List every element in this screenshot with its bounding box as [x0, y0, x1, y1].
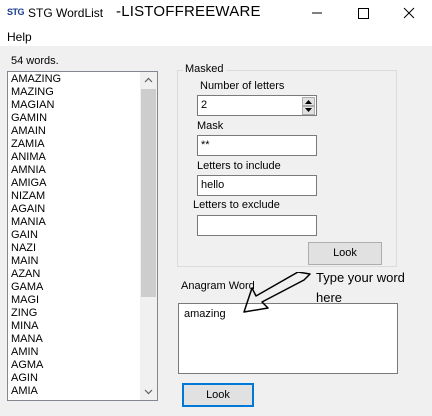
close-button[interactable] — [386, 0, 432, 26]
window-title: STG WordList — [28, 6, 104, 20]
app-icon: STG — [7, 7, 25, 17]
exclude-input[interactable] — [197, 215, 317, 236]
list-item[interactable]: MAGI — [11, 294, 141, 307]
list-item[interactable]: AZAN — [11, 268, 141, 281]
list-item[interactable]: AMAIN — [11, 125, 141, 138]
word-count: 54 words. — [11, 55, 59, 67]
list-item[interactable]: AMNIA — [11, 164, 141, 177]
include-label: Letters to include — [197, 160, 281, 172]
chevron-up-icon — [144, 77, 153, 83]
list-item[interactable]: AMAZING — [11, 73, 141, 86]
num-letters-spinner[interactable]: 2 — [197, 95, 317, 116]
spin-down-button[interactable] — [302, 106, 315, 115]
spin-up-button[interactable] — [302, 97, 315, 106]
arrow-down-icon — [305, 108, 312, 112]
anagram-look-button[interactable]: Look — [182, 383, 254, 407]
list-item[interactable]: ZING — [11, 307, 141, 320]
masked-group-title: Masked — [183, 63, 226, 75]
annotation-arrow-icon — [243, 272, 311, 313]
list-item[interactable]: AGAIN — [11, 203, 141, 216]
minimize-button[interactable] — [294, 0, 340, 26]
masked-look-button[interactable]: Look — [308, 242, 382, 265]
maximize-button[interactable] — [340, 0, 386, 26]
list-item[interactable]: GAIN — [11, 229, 141, 242]
num-letters-label: Number of letters — [200, 80, 285, 92]
list-item[interactable]: AGMA — [11, 359, 141, 372]
scroll-down-button[interactable] — [140, 383, 157, 400]
list-item[interactable]: MANIA — [11, 216, 141, 229]
list-item[interactable]: MAGIAN — [11, 99, 141, 112]
list-item[interactable]: NIZAM — [11, 190, 141, 203]
list-item[interactable]: GAMIN — [11, 112, 141, 125]
list-item[interactable]: AMIGA — [11, 177, 141, 190]
list-item[interactable]: ANIMA — [11, 151, 141, 164]
num-letters-value: 2 — [201, 99, 208, 111]
menu-bar: Help — [0, 26, 432, 46]
close-icon — [403, 7, 415, 19]
vertical-scrollbar[interactable] — [140, 72, 157, 400]
annotation-text: Type your word here — [316, 270, 405, 305]
watermark-text: -LISTOFFREEWARE — [116, 3, 261, 20]
scroll-up-button[interactable] — [140, 72, 157, 89]
mask-label: Mask — [197, 120, 224, 132]
title-bar: STG STG WordList -LISTOFFREEWARE — [0, 0, 432, 26]
scroll-thumb[interactable] — [141, 89, 156, 297]
list-item[interactable]: AMIN — [11, 346, 141, 359]
list-item[interactable]: GAMA — [11, 281, 141, 294]
include-input[interactable]: hello — [197, 175, 317, 196]
arrow-up-icon — [305, 100, 312, 104]
list-item[interactable]: AGIN — [11, 372, 141, 385]
maximize-icon — [358, 8, 369, 19]
list-item[interactable]: NAZI — [11, 242, 141, 255]
minimize-icon — [312, 12, 322, 14]
exclude-label: Letters to exclude — [193, 199, 280, 211]
mask-input[interactable]: ** — [197, 135, 317, 156]
list-item[interactable]: MAZING — [11, 86, 141, 99]
word-list[interactable]: AMAZING MAZING MAGIAN GAMIN AMAIN ZAMIA ANIMA A… — [7, 71, 158, 401]
menu-help[interactable]: Help — [7, 30, 32, 44]
word-list-items: AMAZING MAZING MAGIAN GAMIN AMAIN ZAMIA ANIMA A… — [11, 73, 141, 398]
list-item[interactable]: MANA — [11, 333, 141, 346]
list-item[interactable]: MAIN — [11, 255, 141, 268]
chevron-down-icon — [144, 389, 153, 395]
list-item[interactable]: MINA — [11, 320, 141, 333]
list-item[interactable]: ZAMIA — [11, 138, 141, 151]
list-item[interactable]: AMIA — [11, 385, 141, 398]
